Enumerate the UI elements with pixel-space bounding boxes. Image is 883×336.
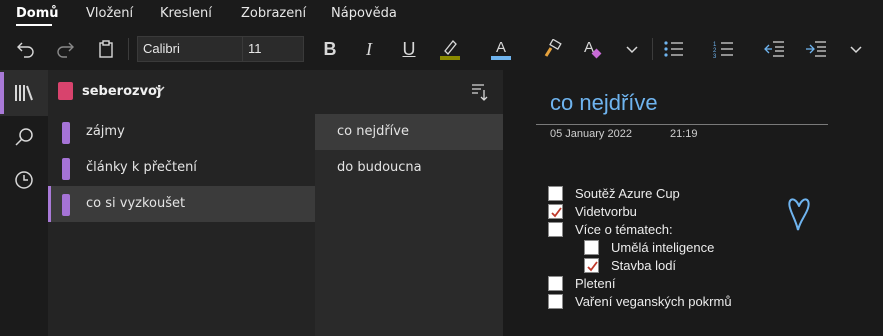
todo-checkbox[interactable] [548, 294, 563, 309]
sort-icon[interactable] [469, 82, 489, 102]
page-title[interactable]: co nejdříve [550, 90, 658, 116]
recent-icon[interactable] [12, 168, 36, 192]
title-divider [536, 124, 828, 125]
toolbar-separator [652, 38, 653, 60]
nav-active-indicator [0, 72, 4, 114]
pages-header [315, 70, 503, 114]
section-tab-icon [62, 122, 70, 144]
todo-label[interactable]: Videtvorbu [575, 204, 637, 219]
outdent-icon[interactable] [762, 37, 786, 61]
format-painter-icon[interactable] [540, 37, 564, 61]
undo-icon[interactable] [14, 37, 38, 61]
page-item-selected[interactable]: co nejdříve [315, 114, 503, 150]
section-item[interactable]: zájmy [48, 114, 315, 150]
ribbon-menu-bar: Domů Vložení Kreslení Zobrazení Nápověda [0, 0, 883, 28]
page-date: 05 January 2022 [550, 128, 632, 140]
todo-checkbox[interactable] [548, 276, 563, 291]
tab-view[interactable]: Zobrazení [241, 6, 306, 21]
font-size-select[interactable]: 11 [242, 36, 304, 62]
page-canvas[interactable]: co nejdříve 05 January 2022 21:19 Soutěž… [503, 70, 883, 336]
sections-pane: seberozvoj zájmy články k přečtení co si… [48, 70, 315, 336]
highlighter-icon[interactable] [438, 37, 462, 61]
font-family-select[interactable]: Calibri [137, 36, 243, 62]
chevron-down-icon[interactable] [844, 37, 868, 61]
numbering-icon[interactable]: 123 [711, 37, 735, 61]
svg-text:A: A [496, 39, 506, 56]
indent-icon[interactable] [804, 37, 828, 61]
underline-icon[interactable]: U [397, 37, 421, 61]
clipboard-icon[interactable] [94, 37, 118, 61]
notebooks-icon[interactable] [12, 81, 36, 105]
section-label: zájmy [86, 124, 125, 139]
section-item-selected[interactable]: co si vyzkoušet [48, 186, 315, 222]
active-tab-indicator [16, 24, 52, 26]
search-icon[interactable] [12, 125, 36, 149]
ribbon-toolbar: Calibri 11 B I U A A 123 [0, 28, 883, 70]
tab-help[interactable]: Nápověda [331, 6, 397, 21]
todo-label[interactable]: Stavba lodí [611, 258, 676, 273]
font-color-icon[interactable]: A [489, 37, 513, 61]
chevron-down-icon[interactable] [620, 37, 644, 61]
left-navigation [0, 70, 48, 336]
toolbar-separator [128, 38, 129, 60]
section-tab-icon [62, 194, 70, 216]
section-label: co si vyzkoušet [86, 196, 186, 211]
clear-formatting-icon[interactable]: A [580, 37, 604, 61]
todo-label[interactable]: Soutěž Azure Cup [575, 186, 680, 201]
page-item[interactable]: do budoucna [315, 150, 503, 186]
todo-label[interactable]: Vaření veganských pokrmů [575, 294, 732, 309]
page-label: do budoucna [337, 160, 422, 175]
svg-text:3: 3 [713, 54, 717, 59]
bullets-icon[interactable] [661, 37, 685, 61]
notebook-name: seberozvoj [82, 84, 162, 99]
tab-draw[interactable]: Kreslení [160, 6, 212, 21]
notebook-selector[interactable]: seberozvoj [48, 70, 315, 114]
todo-checkbox[interactable] [548, 186, 563, 201]
todo-checkbox[interactable] [584, 240, 599, 255]
notebook-icon [58, 82, 73, 100]
todo-checkbox-checked[interactable] [548, 204, 563, 219]
section-label: články k přečtení [86, 160, 197, 175]
todo-label[interactable]: Více o tématech: [575, 222, 673, 237]
pages-pane: co nejdříve do budoucna [315, 70, 503, 336]
bold-icon[interactable]: B [318, 37, 342, 61]
page-time: 21:19 [670, 128, 698, 140]
todo-checkbox[interactable] [548, 222, 563, 237]
todo-label[interactable]: Umělá inteligence [611, 240, 714, 255]
tab-home[interactable]: Domů [16, 6, 59, 21]
todo-label[interactable]: Pletení [575, 276, 615, 291]
section-tab-icon [62, 158, 70, 180]
chevron-down-icon [154, 83, 166, 98]
section-item[interactable]: články k přečtení [48, 150, 315, 186]
ink-heart-drawing[interactable] [786, 194, 812, 236]
selection-indicator [48, 186, 51, 222]
tab-insert[interactable]: Vložení [86, 6, 133, 21]
italic-icon[interactable]: I [357, 37, 381, 61]
redo-icon[interactable] [53, 37, 77, 61]
todo-checkbox-checked[interactable] [584, 258, 599, 273]
page-label: co nejdříve [337, 124, 409, 139]
